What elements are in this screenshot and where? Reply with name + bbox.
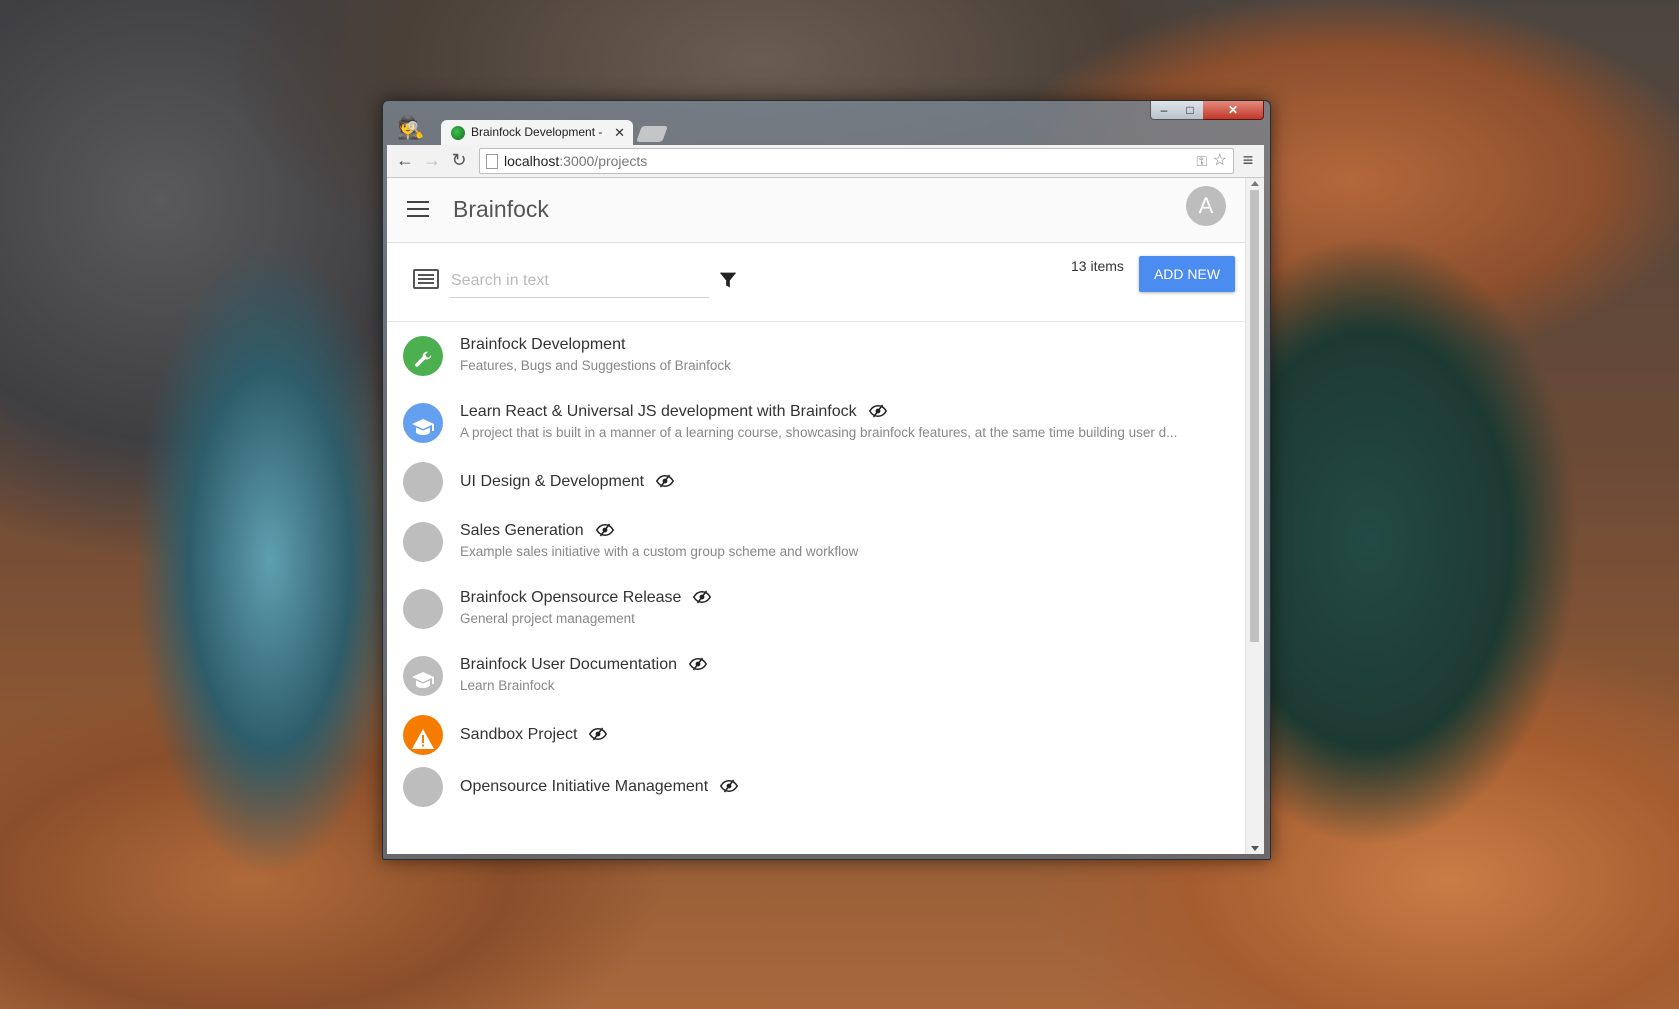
items-count: 13 items <box>1071 258 1124 274</box>
search-input[interactable] <box>449 265 709 298</box>
project-name[interactable]: Opensource Initiative Management <box>460 778 739 798</box>
project-name[interactable]: Learn React & Universal JS development w… <box>460 403 887 423</box>
project-row[interactable]: Learn React & Universal JS development w… <box>387 389 1246 456</box>
project-name[interactable]: UI Design & Development <box>460 473 675 493</box>
eye-slash-icon[interactable] <box>868 404 887 423</box>
page-icon <box>486 154 498 169</box>
project-avatar <box>403 767 443 807</box>
new-tab-button[interactable] <box>636 126 668 142</box>
incognito-icon: 🕵 <box>397 115 425 140</box>
scroll-thumb[interactable] <box>1250 190 1259 642</box>
app-bar: Brainfock A <box>387 178 1246 243</box>
browser-window: 🕵 Brainfock Development - ✕ – □ ✕ ← → ↻ … <box>382 100 1271 860</box>
project-name[interactable]: Brainfock Development <box>460 336 625 354</box>
project-row[interactable]: UI Design & Development <box>387 456 1246 508</box>
address-bar[interactable]: localhost:3000/projects ⚿ ☆ <box>479 148 1234 174</box>
project-avatar <box>403 462 443 502</box>
browser-menu-icon[interactable]: ≡ <box>1238 149 1258 171</box>
project-avatar <box>403 521 443 562</box>
project-row[interactable]: Opensource Initiative Management <box>387 761 1246 813</box>
scroll-down-arrow-icon[interactable] <box>1251 846 1259 851</box>
wrench-icon <box>412 345 434 385</box>
project-description: Example sales initiative with a custom g… <box>460 544 859 559</box>
project-name-text: Opensource Initiative Management <box>460 778 709 795</box>
project-list: Brainfock Development Features, Bugs and … <box>387 322 1246 813</box>
eye-slash-icon[interactable] <box>595 523 614 542</box>
project-description: A project that is built in a manner of a… <box>460 425 1178 440</box>
list-view-icon[interactable] <box>413 269 439 289</box>
project-avatar <box>403 588 443 629</box>
page-viewport: Brainfock A 13 items ADD NEW Brainfock D… <box>387 178 1264 854</box>
key-icon[interactable]: ⚿ <box>1196 149 1207 173</box>
project-name-text: Sandbox Project <box>460 726 578 743</box>
project-avatar <box>403 715 443 755</box>
project-name[interactable]: Brainfock Opensource Release <box>460 589 712 609</box>
browser-toolbar: ← → ↻ localhost:3000/projects ⚿ ☆ ≡ <box>387 145 1264 178</box>
scrollbar[interactable] <box>1245 178 1264 854</box>
scroll-up-arrow-icon[interactable] <box>1251 181 1259 186</box>
filter-icon[interactable] <box>717 269 739 291</box>
project-name[interactable]: Sales Generation <box>460 522 614 542</box>
window-minimize-button[interactable]: – <box>1150 101 1178 120</box>
add-new-button[interactable]: ADD NEW <box>1139 256 1235 292</box>
project-row[interactable]: Brainfock User Documentation Learn Brainf… <box>387 642 1246 709</box>
project-row[interactable]: Sandbox Project <box>387 709 1246 761</box>
tab-close-icon[interactable]: ✕ <box>614 120 625 145</box>
url-path: :3000/projects <box>559 153 648 169</box>
project-description: Learn Brainfock <box>460 678 555 693</box>
forward-arrow-icon[interactable]: → <box>420 148 444 172</box>
back-arrow-icon[interactable]: ← <box>393 148 417 172</box>
eye-slash-icon[interactable] <box>693 590 712 609</box>
graduation-cap-icon <box>411 665 435 705</box>
project-row[interactable]: Brainfock Development Features, Bugs and … <box>387 322 1246 389</box>
project-name[interactable]: Sandbox Project <box>460 726 608 746</box>
project-avatar <box>403 335 443 376</box>
hamburger-menu-icon[interactable] <box>405 196 431 222</box>
bookmark-star-icon[interactable]: ☆ <box>1213 149 1227 173</box>
eye-slash-icon[interactable] <box>720 779 739 798</box>
filter-bar: 13 items ADD NEW <box>387 243 1246 322</box>
project-row[interactable]: Sales Generation Example sales initiative… <box>387 508 1246 575</box>
eye-slash-icon[interactable] <box>688 657 708 676</box>
project-name-text: UI Design & Development <box>460 473 645 490</box>
url-host: localhost <box>504 153 560 169</box>
window-maximize-button[interactable]: □ <box>1177 101 1204 120</box>
browser-tab[interactable]: Brainfock Development - ✕ <box>441 120 633 145</box>
project-avatar <box>403 655 443 696</box>
tab-title: Brainfock Development - <box>471 125 603 139</box>
graduation-cap-icon <box>411 412 435 452</box>
project-name-text: Brainfock Development <box>460 336 626 353</box>
url-text: localhost:3000/projects <box>504 149 647 173</box>
project-name-text: Brainfock Opensource Release <box>460 589 682 606</box>
eye-slash-icon[interactable] <box>655 474 675 493</box>
project-name[interactable]: Brainfock User Documentation <box>460 656 708 676</box>
app-title: Brainfock <box>453 196 549 222</box>
user-avatar[interactable]: A <box>1186 186 1226 226</box>
project-name-text: Sales Generation <box>460 522 584 539</box>
project-description: General project management <box>460 611 635 626</box>
window-close-button[interactable]: ✕ <box>1203 101 1264 120</box>
favicon-icon <box>451 126 465 140</box>
reload-icon[interactable]: ↻ <box>447 148 471 172</box>
project-row[interactable]: Brainfock Opensource Release General proj… <box>387 575 1246 642</box>
project-avatar <box>403 402 443 443</box>
warning-icon <box>411 724 435 764</box>
project-name-text: Learn React & Universal JS development w… <box>460 403 857 420</box>
project-description: Features, Bugs and Suggestions of Brainf… <box>460 358 731 373</box>
eye-slash-icon[interactable] <box>589 727 608 746</box>
project-name-text: Brainfock User Documentation <box>460 656 677 673</box>
